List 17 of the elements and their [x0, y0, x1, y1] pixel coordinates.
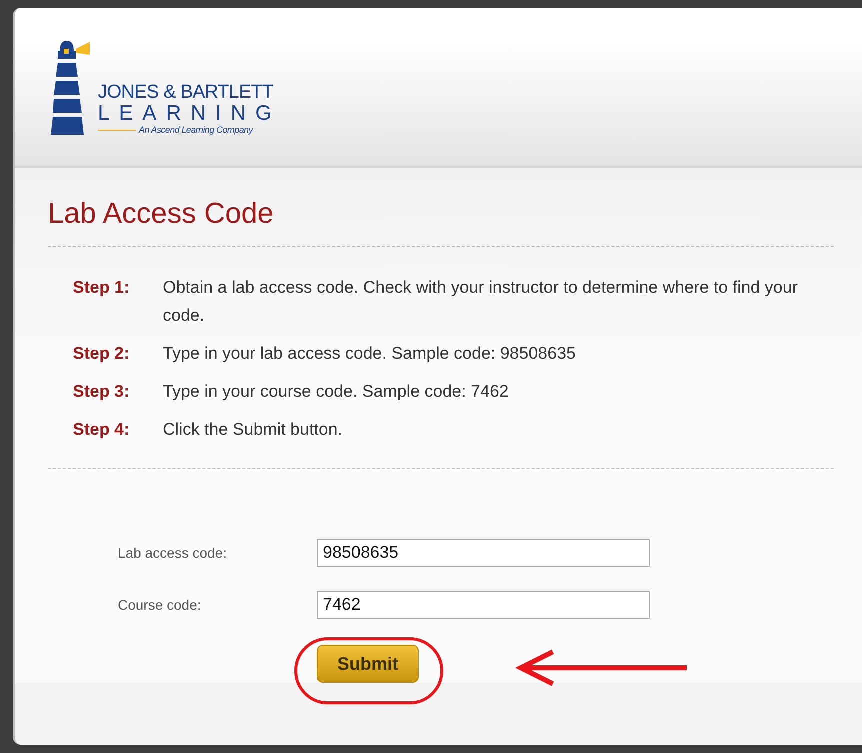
- step-label: Step 1:: [73, 277, 131, 299]
- field-label: Lab access code:: [118, 545, 228, 561]
- step-text: Click the Submit button.: [163, 419, 344, 441]
- field-label: Course code:: [118, 597, 202, 613]
- step-text: Obtain a lab access code. Check with your instructor to determine where to find your code.: [163, 277, 799, 327]
- input-field[interactable]: 7462: [317, 591, 650, 619]
- step-label: Step 2:: [73, 343, 131, 365]
- step-text: Type in your lab access code. Sample code: 98508635: [163, 343, 577, 365]
- input-field[interactable]: 98508635: [317, 539, 650, 567]
- logo-name: JONES & BARTLETT: [98, 82, 274, 103]
- logo-name: LEARNING: [98, 103, 282, 125]
- step-label: Step 3:: [73, 381, 131, 403]
- step-text: Type in your course code. Sample code: 7462: [163, 381, 510, 403]
- step-label: Step 4:: [73, 419, 131, 441]
- page-title: Lab Access Code: [48, 197, 275, 232]
- submit-button[interactable]: Submit: [317, 645, 419, 683]
- logo-tagline: An Ascend Learning Company: [139, 125, 253, 135]
